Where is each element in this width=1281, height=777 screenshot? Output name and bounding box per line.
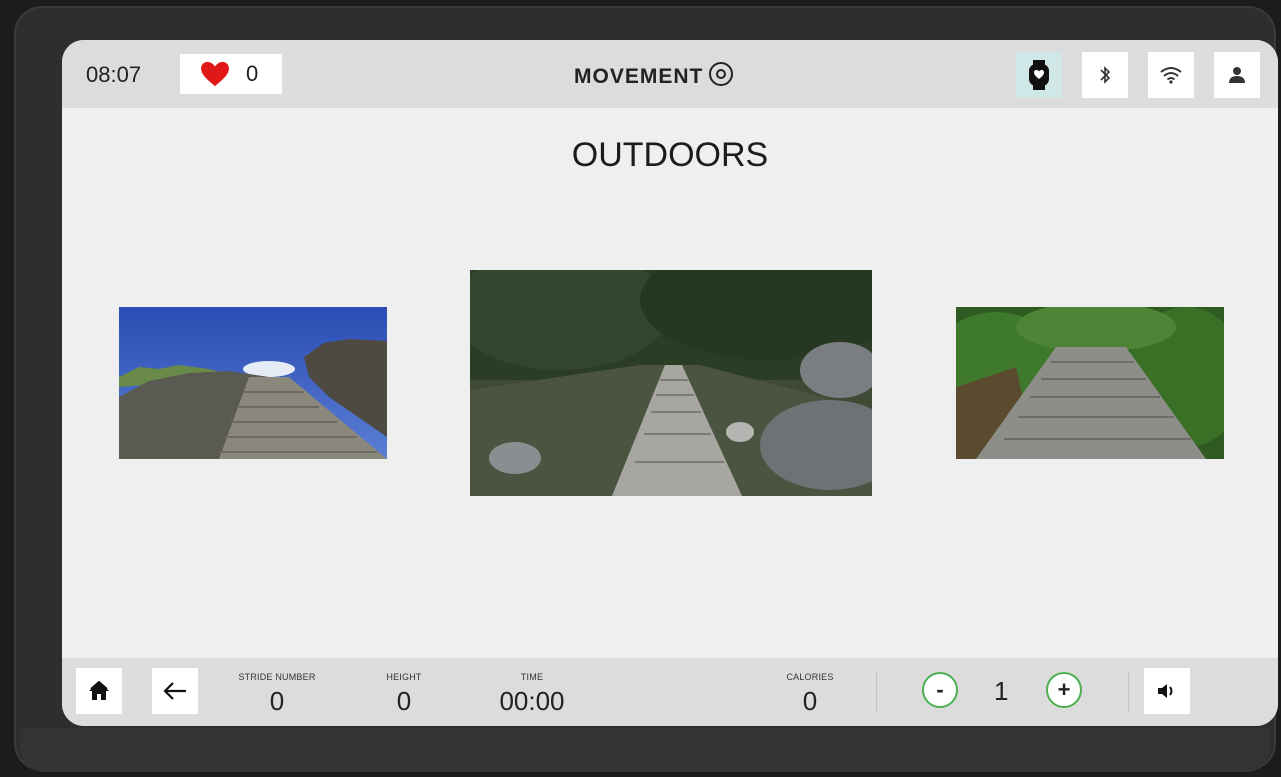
height-stat: HEIGHT 0 [362,672,446,717]
page-title: OUTDOORS [571,136,769,174]
divider [876,672,877,712]
bluetooth-icon [1100,66,1111,84]
stride-stat: STRIDE NUMBER 0 [224,672,330,717]
heart-rate-value: 0 [246,61,259,86]
volume-button[interactable] [1144,668,1190,714]
divider [1128,672,1129,712]
device-bezel-bottom [20,728,1270,772]
level-decrease-button[interactable]: - [922,672,958,708]
level-increase-button[interactable]: + [1046,672,1082,708]
screen: 08:07 0 MOVEMENT OUTDOORS STRIDE NUMBER … [62,40,1278,726]
time-value: 00:00 [499,686,565,716]
scene-card-great-wall[interactable] [119,307,387,459]
user-button[interactable] [1214,52,1260,98]
heart-rate-box: 0 [180,54,282,94]
stride-label: STRIDE NUMBER [238,672,316,682]
wifi-button[interactable] [1148,52,1194,98]
brand-name: MOVEMENT [574,65,704,88]
home-button[interactable] [76,668,122,714]
scene-card-garden-stairs[interactable] [956,307,1224,459]
stride-value: 0 [269,686,285,716]
time-stat: TIME 00:00 [482,672,582,717]
garden-stairs-image [956,307,1224,459]
brand-mark-icon [709,62,734,86]
brand-logo: MOVEMENT [574,62,734,89]
height-label: HEIGHT [386,672,422,682]
bluetooth-button[interactable] [1082,52,1128,98]
calories-label: CALORIES [786,672,834,682]
bottom-bar: STRIDE NUMBER 0 HEIGHT 0 TIME 00:00 CALO… [62,658,1278,726]
calories-value: 0 [802,686,818,716]
clock: 08:07 [86,62,142,87]
watch-button[interactable] [1016,52,1062,98]
top-bar: 08:07 0 MOVEMENT [62,40,1278,108]
calories-stat: CALORIES 0 [764,672,856,717]
user-icon [1229,67,1245,83]
forest-path-image [470,270,872,496]
level-value: 1 [994,676,1009,706]
wifi-icon [1160,67,1182,84]
back-arrow-icon [163,682,186,700]
volume-icon [1158,684,1173,698]
time-label: TIME [520,672,544,682]
back-button[interactable] [152,668,198,714]
watch-icon [1029,60,1049,90]
height-value: 0 [396,686,412,716]
home-icon [89,681,109,700]
scene-card-forest-path[interactable] [470,270,872,496]
heart-icon [201,61,229,87]
great-wall-image [119,307,387,459]
